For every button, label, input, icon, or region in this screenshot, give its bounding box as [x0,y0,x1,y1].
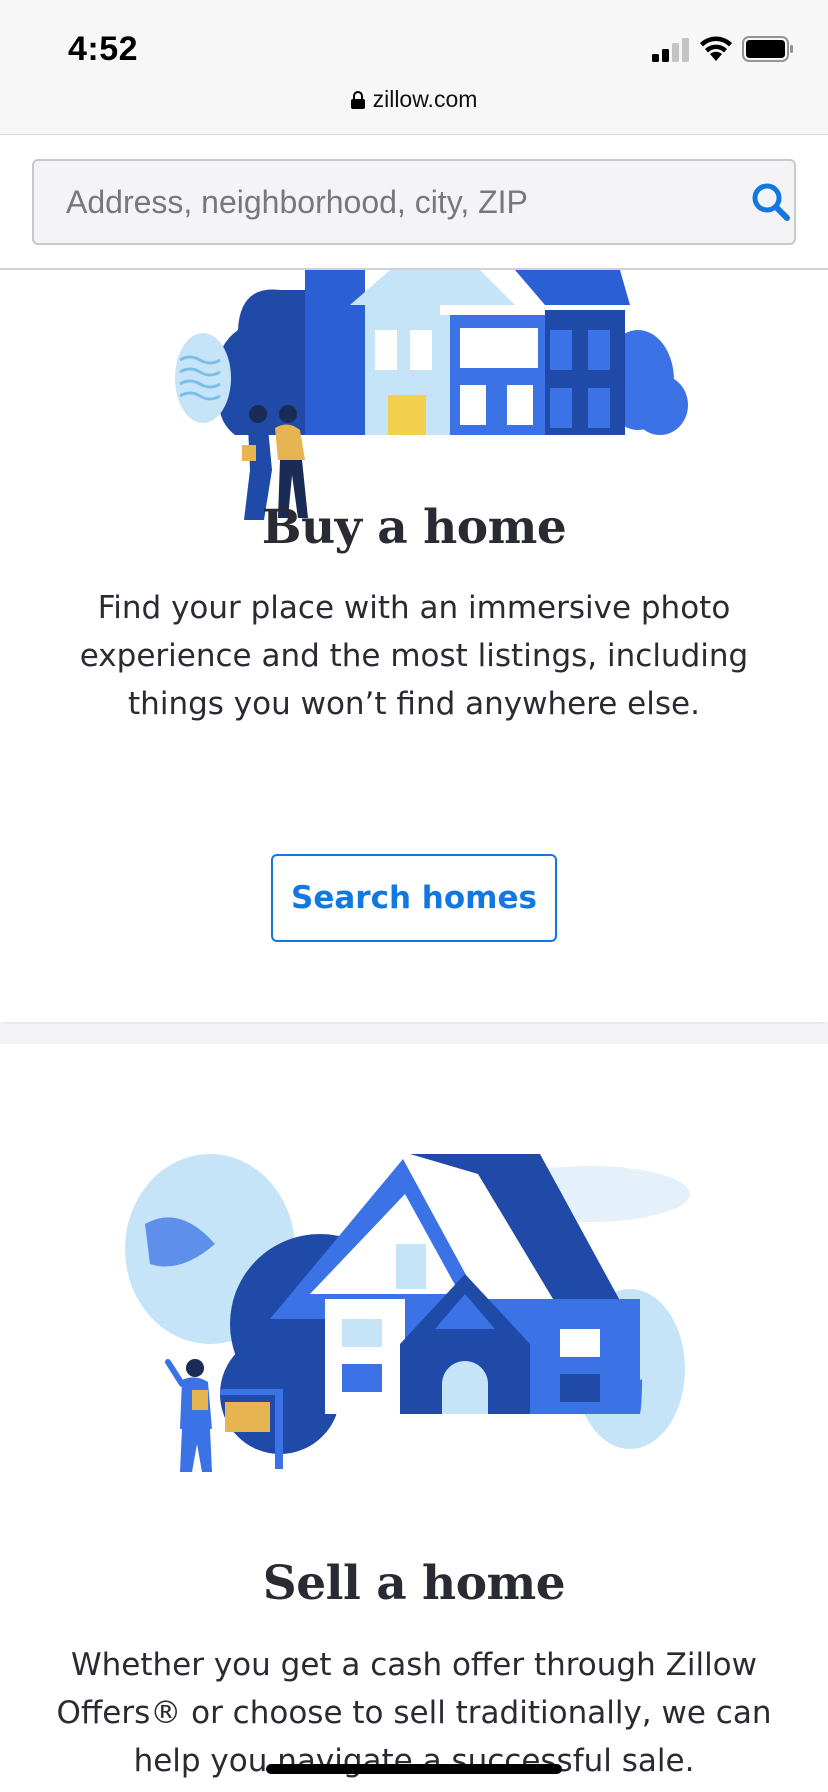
search-box[interactable] [32,159,796,245]
sell-home-illustration [125,1154,690,1472]
buy-home-title: Buy a home [261,500,567,555]
section-divider [0,1024,828,1044]
search-homes-button[interactable]: Search homes [271,854,557,942]
home-indicator[interactable] [266,1764,562,1774]
sell-home-card: Sell a home Whether you get a cash offer… [0,1044,828,1792]
signal-icon [652,38,689,62]
address-bar[interactable]: zillow.com [0,86,828,113]
url-text: zillow.com [372,86,478,112]
sell-home-title: Sell a home [262,1556,566,1611]
search-input[interactable] [34,161,714,243]
search-header [0,135,828,270]
wifi-icon [700,36,732,61]
buy-home-illustration [175,270,688,520]
lock-icon [350,91,365,109]
buy-home-description: Find your place with an immersive photo … [79,590,749,722]
status-bar: 4:52 zillow.com [0,0,828,135]
buy-home-card: Buy a home Find your place with an immer… [0,270,828,1022]
status-time: 4:52 [68,30,139,68]
battery-icon [742,36,793,62]
search-icon[interactable] [750,181,792,223]
